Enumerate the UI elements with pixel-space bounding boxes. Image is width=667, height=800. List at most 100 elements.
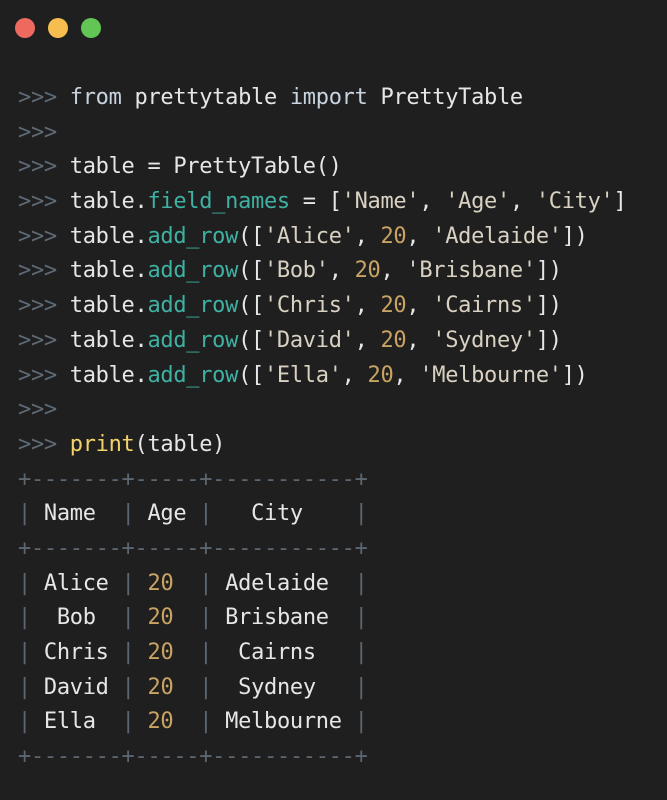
repl-line: >>> table.add_row(['Bob', 20, 'Brisbane'… [18, 254, 626, 289]
code-token-punct: , [354, 223, 381, 249]
table-cell: Sydney [238, 674, 316, 700]
code-token-punct: , [509, 189, 536, 215]
code-token-ident: table. [69, 258, 148, 284]
code-token-str: 'Bob' [263, 258, 329, 284]
code-token-punct: , [328, 258, 355, 284]
cell-padding [135, 571, 148, 596]
cell-padding [329, 605, 355, 630]
prompt-symbol: >>> [18, 85, 70, 110]
table-cell: 20 [147, 674, 174, 700]
cell-padding [31, 605, 57, 630]
cell-padding [212, 675, 238, 700]
table-cell: Melbourne [225, 709, 342, 735]
code-token-kw: from [69, 85, 135, 110]
cell-padding [212, 501, 251, 526]
code-token-punct: ([ [238, 327, 264, 353]
code-token-attr: add_row [147, 223, 239, 249]
cell-padding [31, 675, 44, 700]
code-token-num: 20 [380, 293, 407, 319]
prompt-symbol: >>> [18, 293, 70, 319]
table-separator: | [18, 605, 31, 631]
cell-padding [173, 605, 199, 630]
code-token-punct: ]) [535, 327, 562, 353]
cell-padding [342, 709, 355, 734]
code-token-punct: , [380, 258, 407, 284]
table-header-cell: City [251, 501, 303, 527]
code-token-fn: print [69, 431, 135, 457]
code-token-punct: ]) [535, 258, 562, 284]
table-separator: | [199, 640, 213, 665]
table-border-line: +-------+-----+-----------+ [18, 463, 626, 498]
table-header-cell: Name [43, 501, 96, 527]
table-separator: | [199, 674, 213, 700]
table-separator: | [199, 570, 213, 596]
table-header-row: | Name | Age | City | [18, 497, 626, 532]
table-cell: Bob [56, 605, 96, 631]
cell-padding [329, 571, 355, 596]
table-separator: | [18, 640, 31, 665]
prompt-symbol: >>> [18, 119, 57, 145]
code-token-punct: , [354, 327, 381, 353]
prompt-symbol: >>> [18, 397, 57, 423]
cell-padding [31, 501, 44, 526]
code-token-ident: table. [69, 293, 148, 319]
repl-line: >>> table.add_row(['Chris', 20, 'Cairns'… [18, 289, 626, 324]
cell-padding [173, 709, 199, 734]
table-cell: Adelaide [225, 570, 329, 596]
code-token-punct: (table) [134, 431, 226, 457]
code-token-punct: , [393, 362, 420, 388]
code-token-attr: add_row [147, 258, 239, 284]
cell-padding [109, 640, 122, 665]
cell-padding [316, 675, 355, 700]
maximize-button[interactable] [81, 18, 101, 38]
code-token-punct: , [354, 293, 381, 319]
cell-padding [135, 709, 148, 734]
table-separator: | [121, 674, 135, 700]
code-token-num: 20 [380, 327, 407, 353]
minimize-button[interactable] [48, 18, 68, 38]
code-token-num: 20 [367, 362, 394, 388]
prompt-symbol: >>> [18, 258, 70, 284]
code-token-str: 'Brisbane' [406, 258, 536, 284]
table-separator: | [121, 640, 135, 665]
table-separator: | [199, 709, 213, 735]
table-cell: Brisbane [225, 605, 329, 631]
prompt-symbol: >>> [18, 154, 70, 180]
table-row: | David | 20 | Sydney | [18, 671, 626, 706]
table-separator: | [354, 640, 368, 665]
code-token-ident: table. [69, 327, 148, 353]
table-separator: | [354, 570, 368, 596]
repl-content[interactable]: >>> from prettytable import PrettyTable >… [18, 81, 627, 775]
prompt-symbol: >>> [18, 327, 70, 353]
cell-padding [212, 605, 225, 630]
code-token-num: 20 [354, 258, 381, 284]
repl-line: >>> print(table) [18, 428, 626, 463]
table-row: | Ella | 20 | Melbourne | [18, 705, 626, 740]
code-token-punct: , [341, 362, 368, 388]
code-token-str: 'Adelaide' [432, 223, 562, 249]
code-token-punct: , [406, 223, 433, 249]
terminal-window: >>> from prettytable import PrettyTable >… [0, 0, 667, 800]
cell-padding [109, 571, 122, 596]
prompt-symbol: >>> [18, 223, 70, 249]
cell-padding [31, 571, 44, 596]
table-separator: | [354, 709, 368, 735]
table-separator: | [121, 709, 135, 735]
table-row: | Bob | 20 | Brisbane | [18, 601, 626, 636]
table-border: +-------+-----+-----------+ [18, 744, 368, 770]
cell-padding [173, 571, 199, 596]
table-cell: David [43, 674, 109, 700]
prompt-symbol: >>> [18, 189, 70, 215]
cell-padding [186, 501, 199, 526]
code-token-punct: ([ [238, 293, 264, 319]
cell-padding [96, 605, 122, 630]
table-cell: 20 [147, 605, 174, 631]
close-button[interactable] [15, 18, 35, 38]
table-separator: | [199, 605, 213, 631]
repl-line: >>> table.add_row(['Ella', 20, 'Melbourn… [18, 359, 626, 394]
table-cell: Ella [43, 709, 96, 735]
cell-padding [212, 571, 225, 596]
title-bar [0, 0, 667, 56]
code-token-punct: , [419, 189, 446, 215]
code-token-punct: ]) [561, 223, 588, 249]
